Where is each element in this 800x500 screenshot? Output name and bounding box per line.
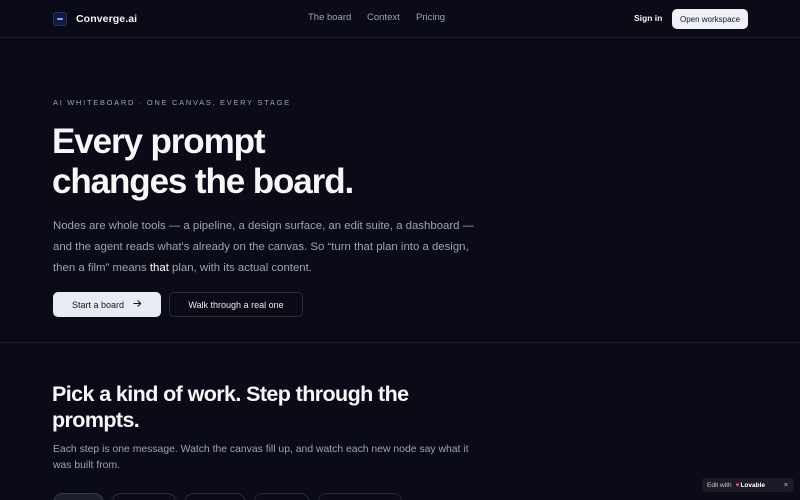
start-board-button[interactable]: Start a board: [53, 292, 161, 317]
section-title: Pick a kind of work. Step through the pr…: [52, 382, 409, 432]
close-icon[interactable]: ×: [784, 482, 788, 489]
work-type-tab-4[interactable]: [253, 493, 310, 500]
work-type-tab-5[interactable]: [317, 493, 403, 500]
nav-link-the-board[interactable]: The board: [308, 12, 351, 23]
lede-highlight: that: [149, 262, 169, 274]
edit-with-lovable-badge[interactable]: Edit with ♥ Lovable ×: [702, 478, 794, 492]
hero-headline: Every prompt changes the board.: [52, 122, 472, 202]
top-navbar: Converge.ai The board Context Pricing Si…: [0, 0, 800, 38]
badge-prefix: Edit with: [707, 481, 732, 489]
lovable-heart-icon: ♥: [735, 481, 740, 489]
open-workspace-button[interactable]: Open workspace: [672, 9, 748, 29]
section-description: Each step is one message. Watch the canv…: [53, 444, 469, 471]
arrow-right-icon: [133, 299, 142, 311]
nav-link-pricing[interactable]: Pricing: [416, 12, 445, 23]
sign-in-link[interactable]: Sign in: [634, 13, 662, 23]
work-type-tab-1[interactable]: [53, 493, 104, 500]
walkthrough-button[interactable]: Walk through a real one: [169, 292, 303, 317]
lede-text-2: plan, with its actual content.: [168, 262, 312, 274]
nav-link-context[interactable]: Context: [367, 12, 400, 23]
hero-description: Nodes are whole tools — a pipeline, a de…: [53, 216, 483, 279]
brand-logo[interactable]: Converge.ai: [53, 10, 137, 28]
start-board-label: Start a board: [71, 299, 125, 310]
headline-line-1: Every prompt: [52, 122, 266, 161]
work-type-tab-3[interactable]: [184, 493, 246, 500]
converge-logo-icon: [53, 12, 67, 26]
headline-line-2: changes the board.: [52, 162, 354, 201]
brand-name: Converge.ai: [76, 13, 138, 25]
section-divider: [0, 342, 800, 343]
badge-brand: Lovable: [740, 481, 765, 489]
work-type-tab-2[interactable]: [111, 493, 177, 500]
hero-eyebrow: AI WHITEBOARD · ONE CANVAS, EVERY STAGE: [53, 98, 291, 107]
